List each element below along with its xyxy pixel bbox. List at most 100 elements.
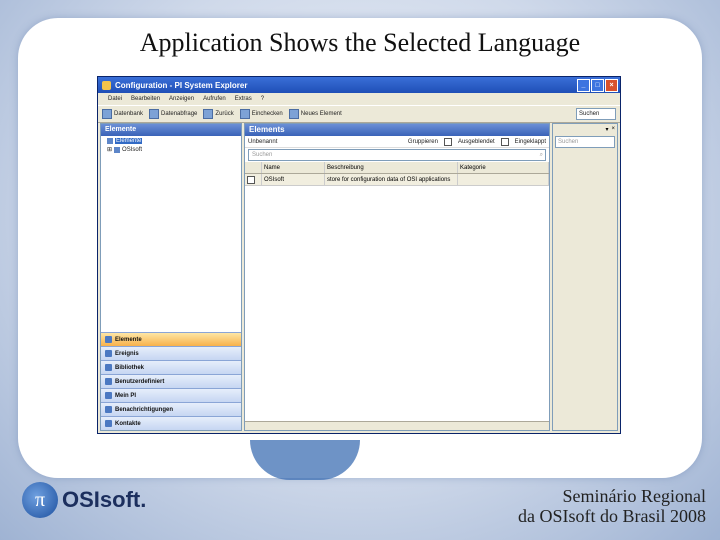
column-header[interactable]: Name: [262, 162, 325, 173]
checkin-icon: [239, 109, 250, 119]
option-label: Ausgeblendet: [457, 138, 495, 145]
name-cell: OSIsoft: [262, 174, 325, 185]
library-icon: [105, 364, 112, 371]
dropdown-icon[interactable]: ▾: [605, 126, 608, 133]
seminar-line-2: da OSIsoft do Brasil 2008: [518, 506, 706, 526]
custom-icon: [105, 378, 112, 385]
logo-mark-icon: π: [22, 482, 58, 518]
menu-item[interactable]: Bearbeiten: [131, 96, 160, 102]
seminar-line-1: Seminário Regional: [562, 486, 706, 506]
row-checkbox[interactable]: [247, 175, 255, 184]
menu-item[interactable]: ?: [261, 96, 264, 102]
back-icon: [203, 109, 214, 119]
row-checkbox-cell: [245, 174, 262, 185]
group-option[interactable]: Gruppieren: [408, 139, 438, 145]
table-row[interactable]: OSIsoft store for configuration data of …: [245, 174, 549, 186]
new-element-icon: [288, 109, 299, 119]
column-header[interactable]: Kategorie: [458, 162, 549, 173]
toolbar-checkin-button[interactable]: Einchecken: [239, 109, 283, 119]
right-pane: ▾ × Suchen: [552, 123, 618, 431]
horizontal-scrollbar[interactable]: [245, 421, 549, 430]
right-search-input[interactable]: Suchen: [555, 136, 615, 148]
close-pane-icon[interactable]: ×: [611, 126, 615, 132]
filter-placeholder: Suchen: [252, 152, 273, 158]
grid-header: Name Beschreibung Kategorie: [245, 162, 549, 174]
workspace: Elemente Elemente ⊞ OSIsoft Elemente Ere…: [100, 123, 618, 431]
nav-elements[interactable]: Elemente: [101, 332, 241, 346]
window-titlebar: Configuration - PI System Explorer _ □ ×: [98, 77, 620, 93]
toolbar-new-element-button[interactable]: Neues Element: [288, 109, 342, 119]
nav-label: Mein PI: [115, 392, 137, 399]
column-header[interactable]: Beschreibung: [325, 162, 458, 173]
nav-label: Benutzerdefiniert: [115, 378, 165, 385]
elements-icon: [105, 336, 112, 343]
row-label: Unbenannt: [248, 138, 278, 145]
search-label: Suchen: [579, 111, 600, 117]
minimize-icon[interactable]: _: [577, 78, 590, 92]
menu-item[interactable]: Datei: [108, 96, 122, 102]
right-pane-controls: ▾ ×: [553, 124, 617, 134]
search-placeholder: Suchen: [558, 139, 579, 145]
nav-label: Elemente: [115, 336, 142, 343]
category-cell: [458, 174, 549, 185]
database-icon: [102, 109, 112, 119]
maximize-icon[interactable]: □: [591, 78, 604, 92]
events-icon: [105, 350, 112, 357]
nav-library[interactable]: Bibliothek: [101, 360, 241, 374]
nav-label: Kontakte: [115, 420, 141, 427]
main-pane: Elements Unbenannt Gruppieren Ausgeblend…: [244, 123, 550, 431]
options-row: Unbenannt Gruppieren Ausgeblendet Eingek…: [245, 136, 549, 148]
filter-input[interactable]: Suchen ⌕: [248, 149, 546, 161]
folder-icon: [107, 137, 113, 144]
nav-custom[interactable]: Benutzerdefiniert: [101, 374, 241, 388]
toolbar-search[interactable]: Suchen: [576, 108, 616, 120]
nav-label: Bibliothek: [115, 364, 145, 371]
tree-item[interactable]: Elemente: [101, 136, 241, 145]
collapsed-checkbox[interactable]: [500, 137, 509, 146]
nav-label: Ereignis: [115, 350, 139, 357]
nav-events[interactable]: Ereignis: [101, 346, 241, 360]
hidden-checkbox[interactable]: [443, 137, 452, 146]
main-pane-header: Elements: [245, 124, 549, 136]
tree-item-label: Elemente: [115, 137, 143, 144]
my-pi-icon: [105, 392, 112, 399]
nav-contacts[interactable]: Kontakte: [101, 416, 241, 430]
navigation-buttons: Elemente Ereignis Bibliothek Benutzerdef…: [101, 332, 241, 430]
toolbar-query-button[interactable]: Datenabfrage: [149, 109, 197, 119]
nav-label: Benachrichtigungen: [115, 406, 174, 413]
menu-item[interactable]: Extras: [235, 96, 252, 102]
close-icon[interactable]: ×: [605, 78, 618, 92]
description-cell: store for configuration data of OSI appl…: [325, 174, 458, 185]
nav-my-pi[interactable]: Mein PI: [101, 388, 241, 402]
search-icon[interactable]: ⌕: [540, 152, 543, 159]
tree-item[interactable]: ⊞ OSIsoft: [101, 145, 241, 154]
toolbar-label: Einchecken: [251, 111, 283, 117]
column-header[interactable]: [245, 162, 262, 173]
menu-item[interactable]: Aufrufen: [203, 96, 226, 102]
slide-title: Application Shows the Selected Language: [139, 28, 581, 57]
toolbar-back-button[interactable]: Zurück: [203, 109, 234, 119]
osisoft-logo: π OSIsoft.: [22, 482, 146, 518]
left-pane-header: Elemente: [101, 124, 241, 136]
toolbar-label: Datenbank: [114, 111, 144, 117]
tree-item-label: OSIsoft: [122, 146, 143, 153]
logo-text: OSIsoft.: [62, 487, 147, 512]
query-icon: [149, 109, 160, 119]
seminar-caption: Seminário Regional da OSIsoft do Brasil …: [518, 486, 706, 526]
toolbar-label: Datenabfrage: [161, 111, 198, 117]
option-label: Gruppieren: [407, 138, 438, 145]
toolbar: Datenbank Datenabfrage Zurück Einchecken…: [98, 105, 620, 123]
toolbar-label: Zurück: [215, 111, 234, 117]
toolbar-label: Neues Element: [300, 111, 342, 117]
toolbar-database-button[interactable]: Datenbank: [102, 109, 143, 119]
window-title: Configuration - PI System Explorer: [115, 80, 248, 90]
nav-notifications[interactable]: Benachrichtigungen: [101, 402, 241, 416]
element-icon: [114, 146, 121, 153]
expand-icon[interactable]: ⊞: [107, 146, 112, 153]
menu-item[interactable]: Anzeigen: [169, 96, 194, 102]
application-window: Configuration - PI System Explorer _ □ ×…: [97, 76, 621, 434]
option-label: Eingeklappt: [514, 138, 546, 145]
app-icon: [102, 80, 111, 90]
left-pane: Elemente Elemente ⊞ OSIsoft Elemente Ere…: [100, 123, 242, 431]
menubar: Datei Bearbeiten Anzeigen Aufrufen Extra…: [98, 93, 620, 105]
